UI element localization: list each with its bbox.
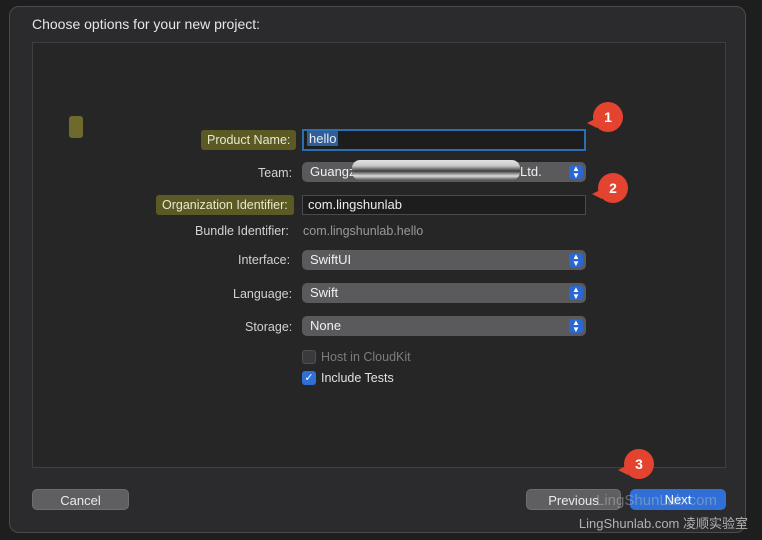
chevron-updown-icon: ▲ ▼ [569, 165, 583, 180]
redaction-blur [352, 160, 520, 180]
product-name-field[interactable]: hello [302, 129, 586, 151]
chevron-updown-icon: ▲ ▼ [569, 319, 583, 334]
language-label: Language: [233, 287, 293, 301]
checkmark-icon: ✓ [304, 372, 314, 384]
product-name-label: Product Name: [201, 130, 297, 150]
bundle-identifier-label: Bundle Identifier: [195, 224, 289, 238]
highlight-marker [69, 116, 83, 138]
bundle-identifier-value: com.lingshunlab.hello [303, 224, 424, 238]
organization-identifier-field[interactable]: com.lingshunlab [302, 195, 586, 215]
chevron-updown-icon: ▲ ▼ [569, 286, 583, 301]
watermark-overlay: LingShunLab.com [596, 492, 717, 509]
storage-value: None [310, 318, 342, 333]
dialog-title: Choose options for your new project: [32, 16, 261, 32]
host-in-cloudkit-label: Host in CloudKit [321, 350, 411, 364]
interface-popup[interactable]: SwiftUI ▲ ▼ [302, 250, 586, 270]
language-value: Swift [310, 285, 339, 300]
watermark-footer: LingShunlab.com 凌顺实验室 [578, 516, 748, 531]
organization-identifier-label: Organization Identifier: [156, 195, 294, 215]
storage-label: Storage: [245, 320, 293, 334]
team-label: Team: [258, 166, 293, 180]
team-value-end: Ltd. [520, 164, 542, 179]
interface-value: SwiftUI [310, 252, 352, 267]
language-popup[interactable]: Swift ▲ ▼ [302, 283, 586, 303]
include-tests-label: Include Tests [321, 371, 394, 385]
cancel-button[interactable]: Cancel [32, 489, 129, 510]
interface-label: Interface: [238, 253, 291, 267]
chevron-updown-icon: ▲ ▼ [569, 253, 583, 268]
annotation-badge: 1 [587, 102, 623, 132]
host-in-cloudkit-checkbox[interactable] [302, 350, 316, 364]
include-tests-checkbox[interactable]: ✓ [302, 371, 316, 385]
storage-popup[interactable]: None ▲ ▼ [302, 316, 586, 336]
annotation-badge: 3 [618, 449, 654, 479]
annotation-badge: 2 [592, 173, 628, 203]
product-name-value: hello [307, 131, 339, 146]
